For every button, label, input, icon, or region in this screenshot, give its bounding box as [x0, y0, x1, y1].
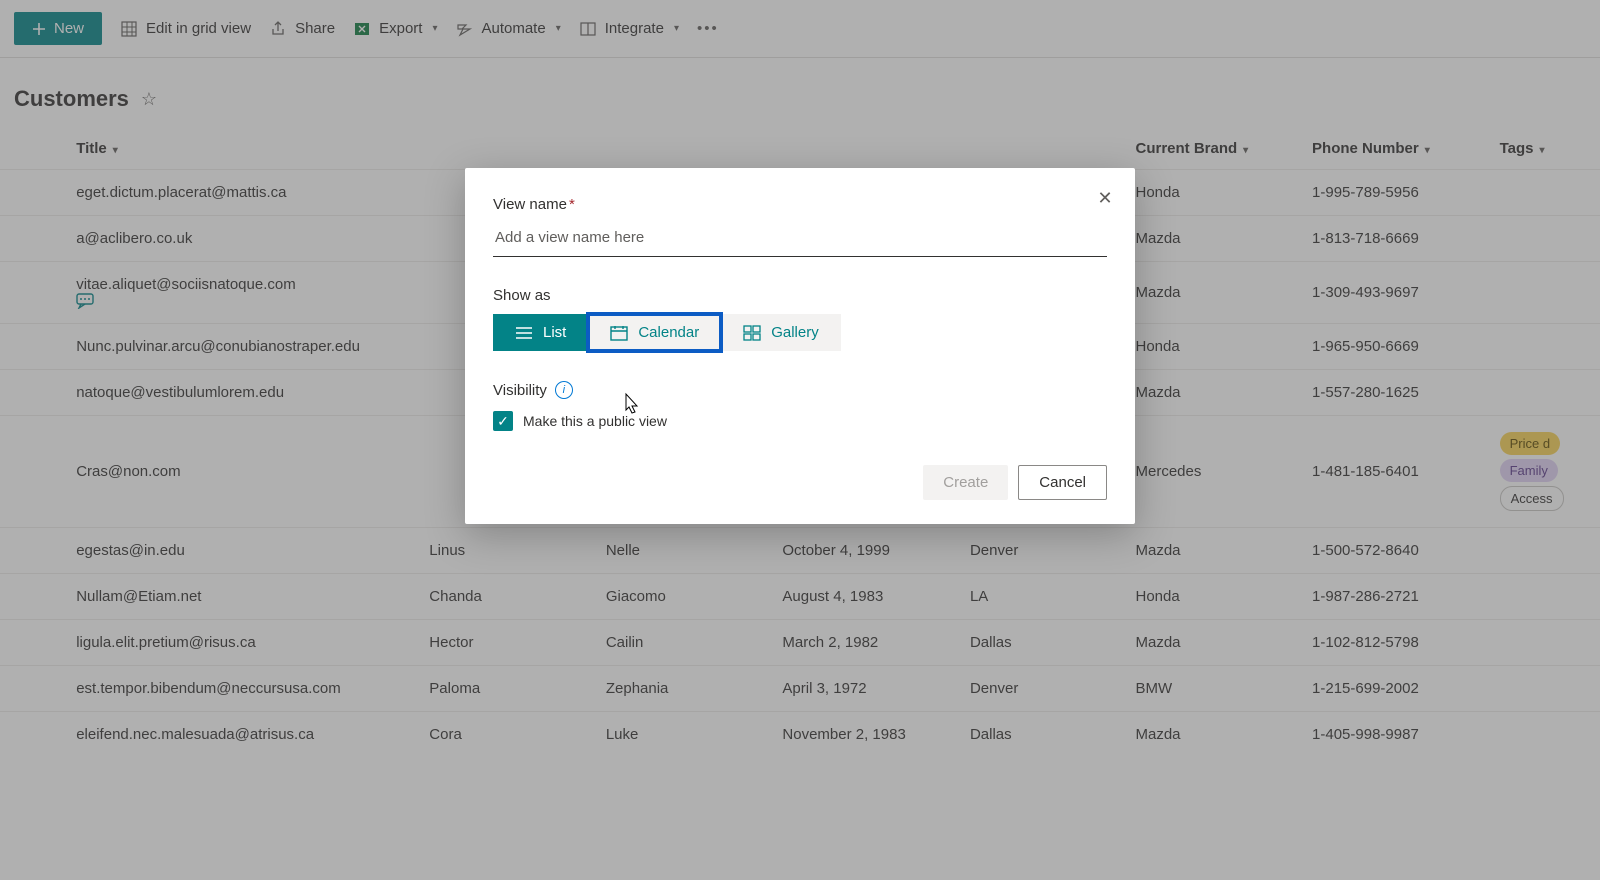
view-option-list[interactable]: List [493, 314, 588, 351]
close-icon: ✕ [1097, 188, 1112, 208]
calendar-icon [610, 325, 628, 341]
visibility-label: Visibility i [493, 381, 1107, 399]
view-option-label: Calendar [638, 324, 699, 341]
view-option-label: List [543, 324, 566, 341]
create-button[interactable]: Create [923, 465, 1008, 500]
view-name-label: View name* [493, 196, 1107, 213]
view-option-gallery[interactable]: Gallery [721, 314, 841, 351]
create-view-dialog: ✕ View name* Show as List Calendar [465, 168, 1135, 524]
gallery-icon [743, 325, 761, 341]
view-name-input[interactable] [493, 221, 1107, 257]
modal-overlay: ✕ View name* Show as List Calendar [0, 0, 1600, 880]
view-option-label: Gallery [771, 324, 819, 341]
show-as-label: Show as [493, 287, 1107, 304]
public-checkbox-label: Make this a public view [523, 413, 667, 429]
close-button[interactable]: ✕ [1089, 182, 1121, 214]
checkbox-checked-icon: ✓ [493, 411, 513, 431]
view-option-calendar[interactable]: Calendar [588, 314, 721, 351]
dialog-actions: Create Cancel [493, 465, 1107, 500]
list-icon [515, 326, 533, 340]
info-icon[interactable]: i [555, 381, 573, 399]
public-checkbox-row[interactable]: ✓ Make this a public view [493, 411, 1107, 431]
show-as-options: List Calendar Gallery [493, 314, 1107, 351]
cancel-button[interactable]: Cancel [1018, 465, 1107, 500]
